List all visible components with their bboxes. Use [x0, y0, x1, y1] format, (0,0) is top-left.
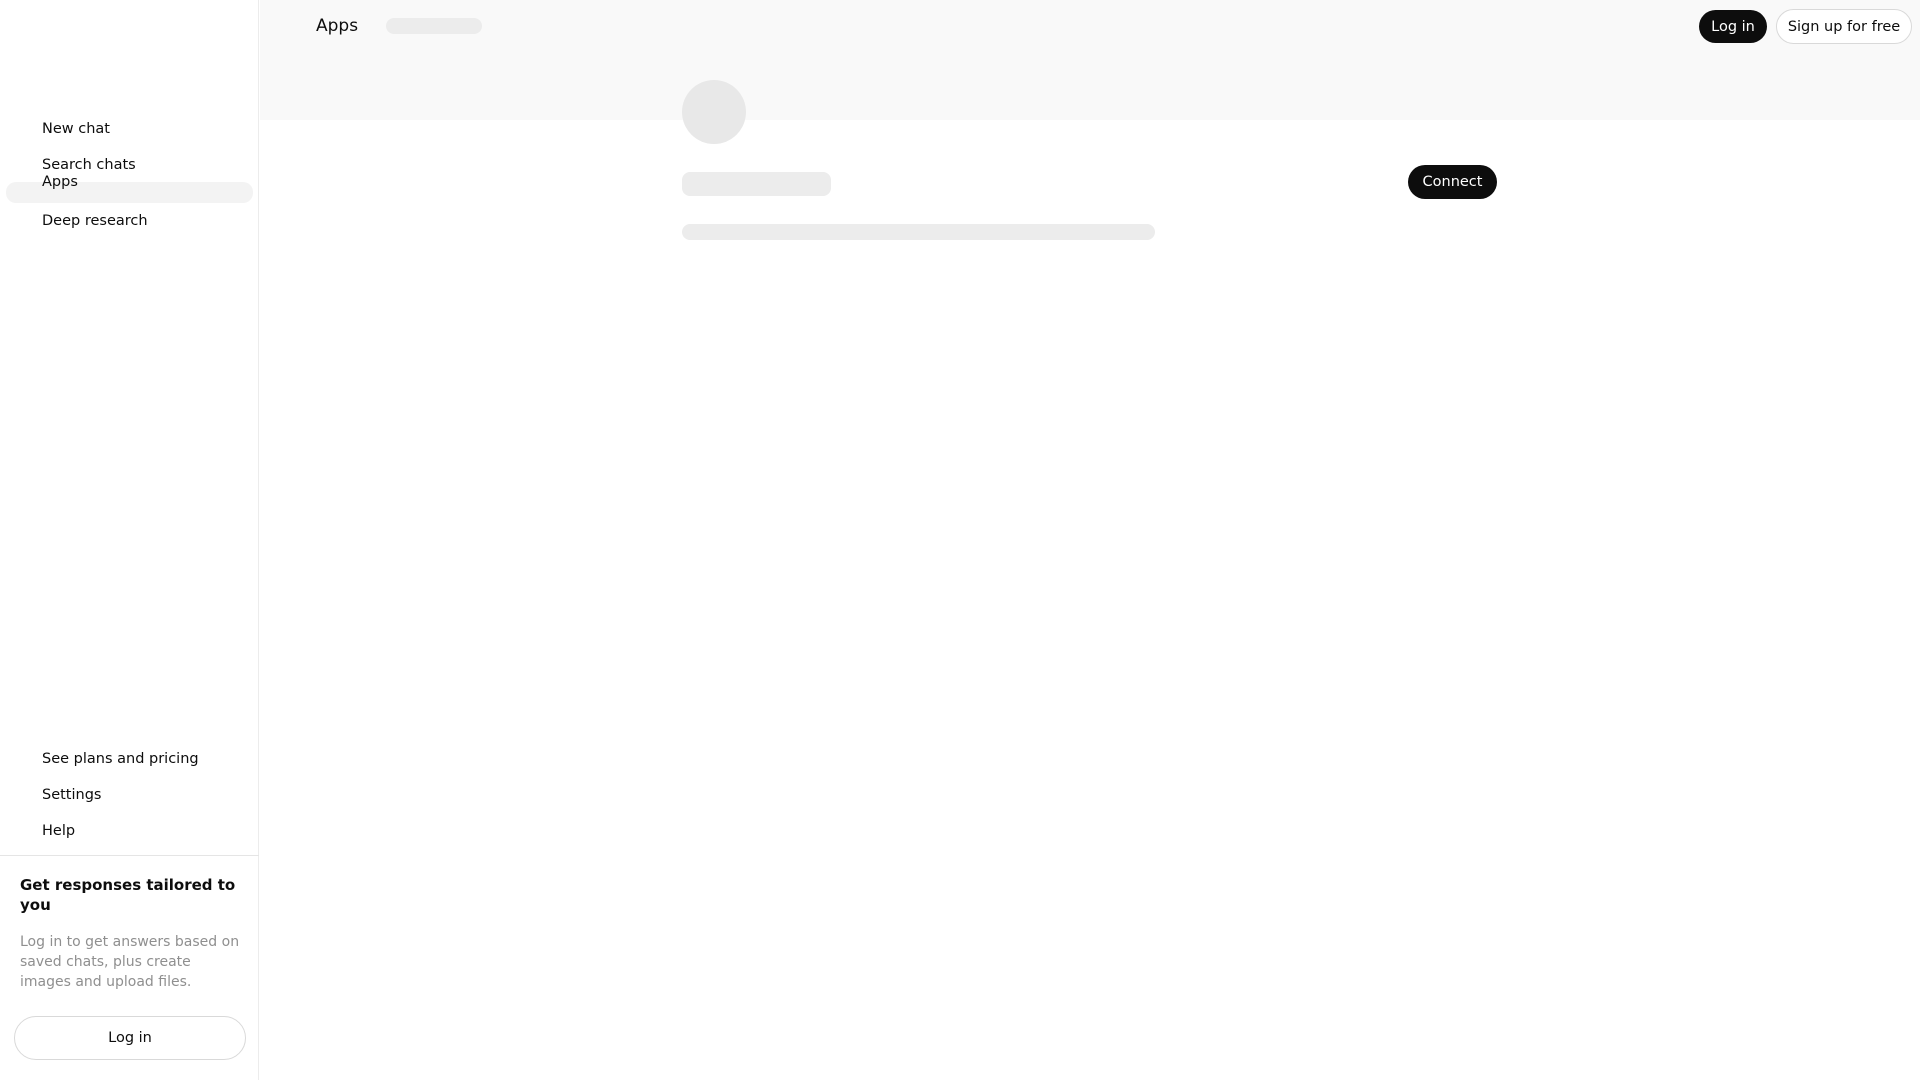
page-title: Apps: [316, 16, 359, 36]
sidebar-item-label: See plans and pricing: [42, 751, 199, 767]
app-banner: [260, 0, 1920, 120]
sidebar-item-settings[interactable]: Settings: [6, 778, 253, 812]
sidebar-item-new-chat[interactable]: New chat: [6, 112, 253, 146]
app-avatar-placeholder: [682, 80, 746, 144]
promo-divider: [0, 855, 259, 856]
sidebar-item-help[interactable]: Help: [6, 814, 253, 848]
sidebar: New chat Search chats Apps Deep research…: [0, 0, 259, 1080]
connect-button[interactable]: Connect: [1408, 165, 1497, 199]
sidebar-item-label: Search chats: [42, 157, 136, 173]
breadcrumb-skeleton: [386, 18, 482, 34]
promo-title: Get responses tailored to you: [20, 876, 236, 914]
sidebar-item-label: Apps: [42, 173, 78, 190]
sidebar-item-deep-research[interactable]: Deep research: [6, 204, 253, 238]
sidebar-item-label: Settings: [42, 787, 102, 803]
promo-login-button[interactable]: Log in: [14, 1016, 246, 1060]
promo-text: Log in to get answers based on saved cha…: [20, 934, 240, 990]
app-description-skeleton: [682, 224, 1155, 240]
app-title-skeleton: [682, 172, 831, 196]
sidebar-item-label: New chat: [42, 121, 110, 137]
sidebar-item-label: Help: [42, 823, 76, 839]
sidebar-item-label: Deep research: [42, 213, 148, 229]
login-button[interactable]: Log in: [1699, 10, 1767, 43]
signup-button[interactable]: Sign up for free: [1776, 9, 1912, 44]
sidebar-item-apps[interactable]: Apps: [6, 174, 253, 203]
sidebar-item-plans-pricing[interactable]: See plans and pricing: [6, 742, 253, 776]
